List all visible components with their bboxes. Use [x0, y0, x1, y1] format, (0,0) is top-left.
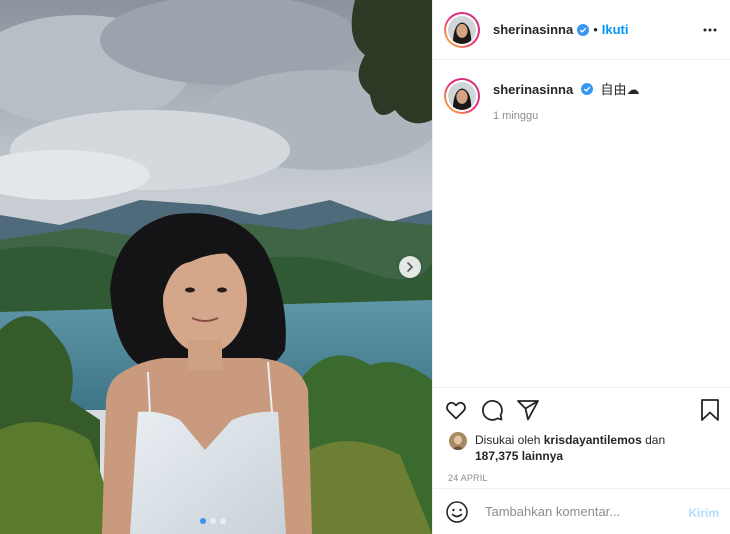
- post-side-panel: sherinasinna • Ikuti sherinasinna 自由☁ 1 …: [432, 0, 730, 534]
- likes-prefix: Disukai oleh: [475, 433, 541, 447]
- emoji-icon[interactable]: [445, 500, 469, 524]
- carousel-dot: [220, 518, 226, 524]
- likes-count[interactable]: 187,375 lainnya: [475, 449, 563, 463]
- liker-avatar[interactable]: [449, 432, 467, 450]
- header-separator: •: [593, 22, 598, 37]
- action-bar: [433, 388, 730, 432]
- comment-input[interactable]: [485, 504, 675, 519]
- chevron-right-icon: [407, 262, 414, 272]
- carousel-dot: [210, 518, 216, 524]
- post-actions-area: Disukai oleh krisdayantilemos dan 187,37…: [433, 387, 730, 483]
- likes-conjunction: dan: [645, 433, 666, 447]
- caption-timestamp[interactable]: 1 minggu: [493, 110, 639, 122]
- comment-icon[interactable]: [480, 398, 504, 422]
- avatar-image: [448, 82, 476, 110]
- caption-avatar[interactable]: [444, 78, 480, 114]
- more-options-icon[interactable]: [702, 22, 718, 38]
- header-username[interactable]: sherinasinna: [493, 22, 573, 37]
- post-date[interactable]: 24 APRIL: [448, 473, 730, 483]
- caption-username[interactable]: sherinasinna: [493, 82, 573, 97]
- post-header: sherinasinna • Ikuti: [433, 0, 730, 60]
- post-caption: sherinasinna 自由☁ 1 minggu: [433, 60, 730, 122]
- carousel-dot: [200, 518, 206, 524]
- avatar-image: [448, 15, 476, 44]
- follow-button[interactable]: Ikuti: [602, 22, 629, 37]
- share-icon[interactable]: [516, 398, 540, 422]
- carousel-dots: [200, 518, 226, 524]
- carousel-next-button[interactable]: [399, 256, 421, 278]
- heart-icon[interactable]: [444, 398, 468, 422]
- liker-username[interactable]: krisdayantilemos: [544, 433, 642, 447]
- bookmark-icon[interactable]: [698, 398, 722, 422]
- verified-badge-icon: [580, 83, 593, 95]
- comment-box: Kirim: [433, 488, 730, 534]
- caption-text: 自由☁: [600, 82, 640, 97]
- post-image: [0, 0, 432, 534]
- verified-badge-icon: [577, 23, 590, 36]
- likes-summary: Disukai oleh krisdayantilemos dan 187,37…: [433, 432, 730, 464]
- avatar[interactable]: [444, 11, 480, 48]
- post-photo[interactable]: [0, 0, 432, 534]
- post-comment-button[interactable]: Kirim: [688, 506, 719, 520]
